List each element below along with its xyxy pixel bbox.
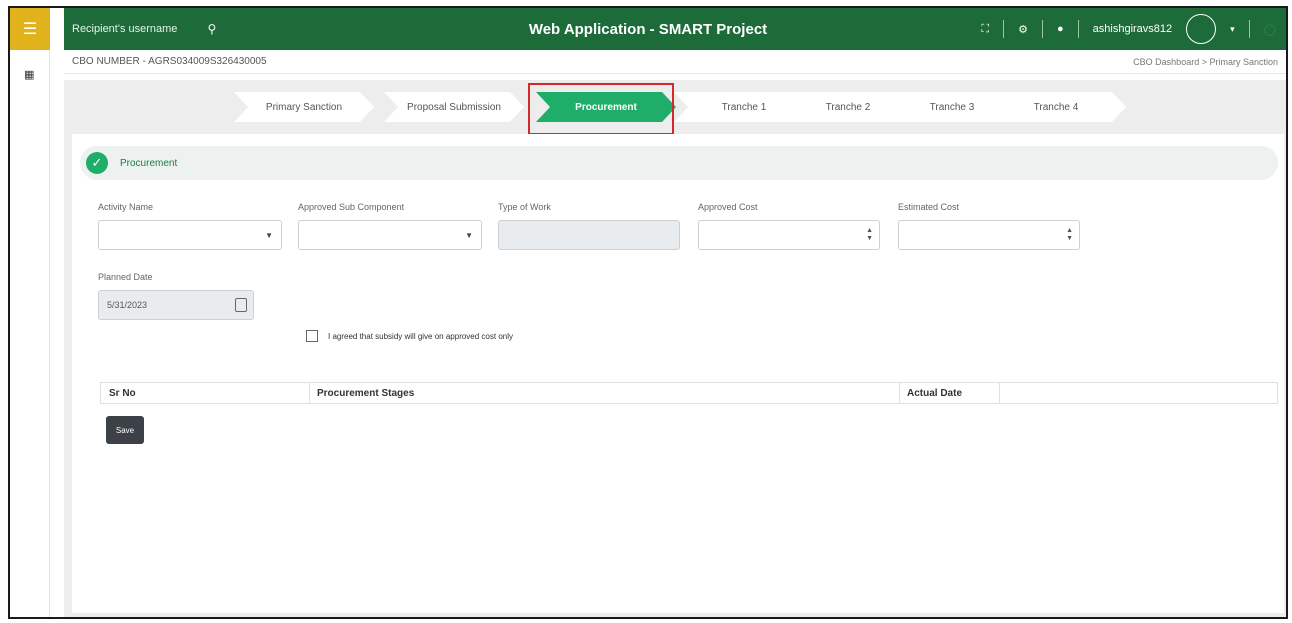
app-window: ☰ Recipient's username ⚲ Web Application…	[8, 6, 1288, 619]
type-of-work-label: Type of Work	[498, 202, 551, 212]
type-of-work-field: Type of Work	[498, 202, 680, 250]
topbar-gutter	[50, 8, 64, 50]
planned-date-value: 5/31/2023	[107, 300, 148, 310]
main-content: CBO NUMBER - AGRS034009S326430005 CBO Da…	[64, 50, 1286, 617]
activity-name-label: Activity Name	[98, 202, 154, 212]
section-title: Procurement	[120, 157, 178, 169]
dropdown-arrow-icon: ▼	[465, 231, 473, 240]
estimated-cost-field: Estimated Cost ▲ ▼	[898, 202, 1080, 250]
search-icon[interactable]: ⚲	[207, 22, 216, 36]
step-label: Proposal Submission	[407, 101, 501, 113]
fullscreen-icon[interactable]: ⛶	[981, 23, 989, 36]
step-proposal-submission[interactable]: Proposal Submission	[384, 92, 524, 122]
cbo-number: CBO NUMBER - AGRS034009S326430005	[72, 56, 267, 67]
cbo-header: CBO NUMBER - AGRS034009S326430005 CBO Da…	[64, 50, 1286, 74]
approved-sub-component-label: Approved Sub Component	[298, 202, 405, 212]
calendar-icon[interactable]	[235, 298, 247, 312]
divider	[1042, 20, 1043, 38]
highlight-box	[528, 83, 674, 135]
divider	[1248, 20, 1250, 38]
step-tranche-4[interactable]: Tranche 4	[986, 92, 1126, 122]
col-divider	[309, 383, 310, 403]
approved-sub-component-select[interactable]: ▼	[298, 220, 482, 250]
approved-cost-field: Approved Cost ▲ ▼	[698, 202, 880, 250]
save-button[interactable]: Save	[106, 416, 144, 444]
divider	[1077, 20, 1079, 38]
divider	[1003, 20, 1005, 38]
step-primary-sanction[interactable]: Primary Sanction	[234, 92, 374, 122]
type-of-work-input	[498, 220, 680, 250]
step-label: Tranche 4	[1033, 101, 1079, 113]
username[interactable]: ashishgiravs812	[1093, 23, 1173, 35]
step-label: Tranche 2	[825, 101, 871, 113]
power-icon[interactable]: ◯	[1264, 23, 1276, 36]
approved-cost-label: Approved Cost	[698, 202, 758, 212]
procurement-table-header: Sr No Procurement Stages Actual Date	[100, 382, 1278, 404]
spinner-icon[interactable]: ▲ ▼	[866, 227, 873, 243]
planned-date-field: Planned Date 5/31/2023	[98, 272, 254, 320]
col-procurement-stages: Procurement Stages	[317, 388, 415, 399]
bell-icon[interactable]: ●	[1057, 23, 1064, 35]
step-label: Tranche 1	[721, 101, 767, 113]
form-panel: ✓ Procurement Activity Name ▼ Approved S…	[64, 134, 1286, 617]
grid-icon[interactable]: ▦	[24, 68, 34, 81]
breadcrumb[interactable]: CBO Dashboard > Primary Sanction	[1133, 57, 1278, 67]
col-sr-no: Sr No	[109, 388, 136, 399]
top-bar: ☰ Recipient's username ⚲ Web Application…	[10, 8, 1286, 50]
step-label: Primary Sanction	[265, 101, 343, 113]
step-bar: Primary Sanction Proposal Submission Pro…	[64, 80, 1286, 135]
left-rail: ▦	[10, 50, 50, 617]
avatar[interactable]	[1186, 14, 1217, 44]
menu-icon[interactable]: ☰	[10, 8, 50, 50]
estimated-cost-input[interactable]: ▲ ▼	[898, 220, 1080, 250]
section-header: ✓ Procurement	[80, 146, 1278, 180]
step-label: Tranche 3	[929, 101, 975, 113]
approved-sub-component-field: Approved Sub Component ▼	[298, 202, 482, 250]
dropdown-arrow-icon: ▼	[265, 231, 273, 240]
search-box[interactable]: Recipient's username ⚲	[64, 14, 216, 44]
approved-cost-input[interactable]: ▲ ▼	[698, 220, 880, 250]
agree-label: I agreed that subsidy will give on appro…	[328, 331, 513, 341]
agree-checkbox[interactable]	[306, 330, 318, 342]
search-placeholder[interactable]: Recipient's username	[72, 23, 177, 35]
col-divider	[899, 383, 900, 403]
chevron-down-icon[interactable]: ▾	[1230, 24, 1235, 35]
col-actual-date: Actual Date	[907, 388, 963, 399]
spinner-icon[interactable]: ▲ ▼	[1066, 227, 1073, 243]
planned-date-input[interactable]: 5/31/2023	[98, 290, 254, 320]
agree-checkbox-row[interactable]: I agreed that subsidy will give on appro…	[306, 330, 513, 342]
col-divider	[999, 383, 1000, 403]
check-icon: ✓	[86, 152, 108, 174]
planned-date-label: Planned Date	[98, 272, 153, 282]
activity-name-field: Activity Name ▼	[98, 202, 282, 250]
gear-icon[interactable]: ⚙	[1018, 23, 1028, 36]
activity-name-select[interactable]: ▼	[98, 220, 282, 250]
top-right-actions: ⛶ ⚙ ● ashishgiravs812 ▾ ◯	[981, 8, 1276, 50]
estimated-cost-label: Estimated Cost	[898, 202, 960, 212]
